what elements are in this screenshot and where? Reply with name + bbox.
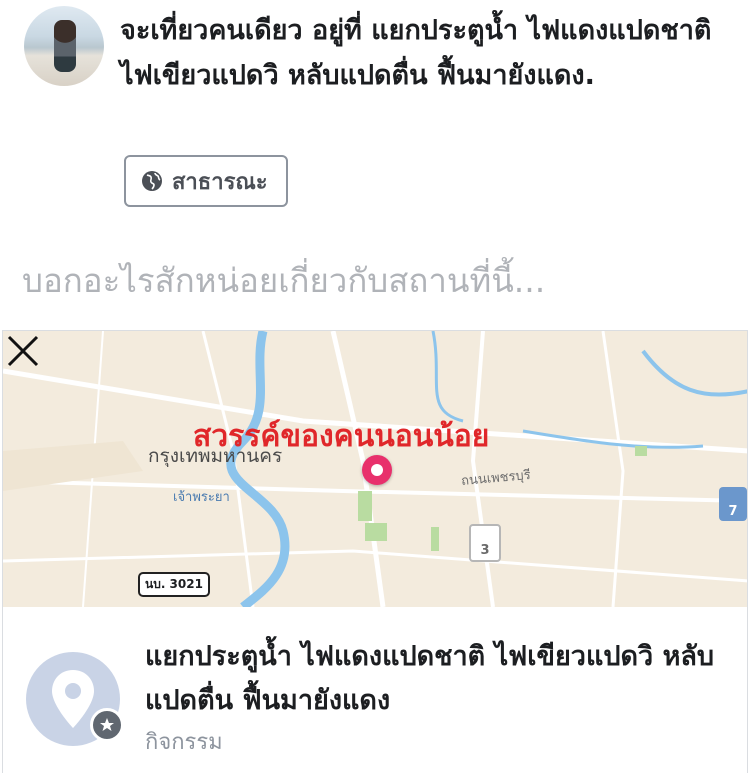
- place-comment-input[interactable]: บอกอะไรสักหน่อยเกี่ยวกับสถานที่นี้...: [22, 254, 545, 307]
- profile-avatar[interactable]: [24, 6, 104, 86]
- close-icon[interactable]: [3, 331, 43, 371]
- place-marker-icon: [26, 652, 124, 746]
- route-shield-3: 3: [469, 524, 501, 562]
- map-area[interactable]: สวรรค์ของคนนอนน้อย กรุงเทพมหานคร เจ้าพระ…: [3, 331, 747, 607]
- avatar-figure: [54, 20, 76, 72]
- map-label-bangkok: กรุงเทพมหานคร: [148, 445, 283, 467]
- route-shield-3-number: 3: [480, 543, 490, 558]
- star-icon: [100, 718, 114, 731]
- map-card: สวรรค์ของคนนอนน้อย กรุงเทพมหานคร เจ้าพระ…: [2, 330, 748, 773]
- globe-icon: [142, 171, 162, 191]
- place-category: กิจกรรม: [145, 730, 223, 755]
- privacy-label: สาธารณะ: [172, 169, 268, 195]
- place-name[interactable]: แยกประตูน้ำ ไฟแดงแปดชาติ ไฟเขียวแปดวิ หล…: [145, 635, 735, 723]
- map-road-sign: นบ. 3021: [138, 572, 210, 597]
- map-label-chao-phraya: เจ้าพระยา: [173, 490, 230, 505]
- route-shield-7: 7: [719, 487, 747, 521]
- route-shield-7-number: 7: [728, 504, 738, 519]
- status-text: จะเที่ยวคนเดียว อยู่ที่ แยกประตูน้ำ ไฟแด…: [120, 15, 712, 91]
- location-pin-icon: [362, 455, 392, 485]
- place-info[interactable]: แยกประตูน้ำ ไฟแดงแปดชาติ ไฟเขียวแปดวิ หล…: [3, 607, 747, 773]
- event-badge-icon: [90, 708, 124, 742]
- privacy-selector-button[interactable]: สาธารณะ: [124, 155, 288, 207]
